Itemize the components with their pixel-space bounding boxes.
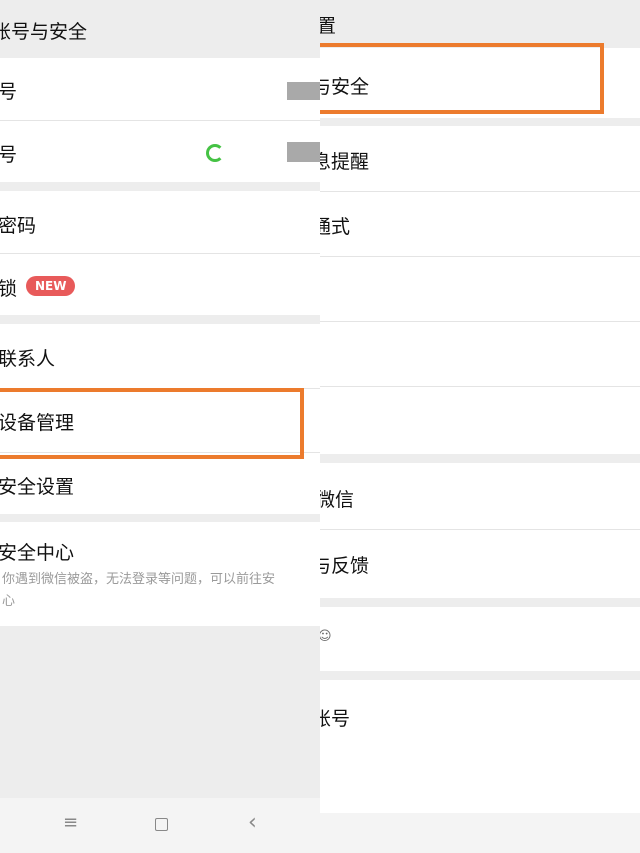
- settings-group-5: 账号: [320, 680, 640, 813]
- security-center-desc: 你遇到微信被盗，无法登录等问题，可以前往安: [2, 572, 276, 587]
- screen-header: 置: [320, 0, 640, 48]
- lock-row[interactable]: 锁 NEW: [0, 253, 320, 315]
- back-icon[interactable]: ‹: [248, 810, 257, 835]
- screen-header: 账号与安全: [0, 0, 320, 58]
- new-badge: NEW: [26, 276, 76, 296]
- device-management-highlight: [0, 388, 304, 459]
- emergency-contact-row[interactable]: 联系人: [0, 324, 320, 389]
- security-center-desc-cont: 心: [2, 594, 16, 609]
- about-wechat-row[interactable]: 微信: [320, 463, 640, 530]
- row-label: 息提醒: [320, 151, 370, 173]
- security-settings-row[interactable]: 安全设置: [0, 452, 320, 514]
- row-label: 账号: [320, 708, 351, 730]
- row-label: 密码: [0, 215, 37, 237]
- row-label: 锁: [0, 278, 18, 300]
- account-security-highlight: [320, 43, 604, 114]
- password-section: 密码 锁 NEW: [0, 191, 320, 315]
- notifications-row[interactable]: 息提醒: [320, 126, 640, 192]
- system-nav-bar: ≡ ‹: [0, 798, 320, 853]
- menu-icon[interactable]: ≡: [63, 812, 78, 833]
- row-label: 与反馈: [320, 555, 370, 577]
- security-center-section[interactable]: 安全中心 你遇到微信被盗，无法登录等问题，可以前往安 心: [0, 522, 320, 626]
- phone-row[interactable]: 号: [0, 120, 320, 182]
- help-feedback-row[interactable]: 与反馈: [320, 529, 640, 598]
- settings-row-6[interactable]: [320, 386, 640, 454]
- row-label: 号: [0, 81, 18, 103]
- smile-icon: ☺: [320, 629, 332, 644]
- security-center-title: 安全中心: [0, 542, 75, 564]
- switch-account-row[interactable]: 账号: [320, 680, 640, 813]
- page-title: 置: [320, 15, 337, 37]
- status-icon: [206, 144, 224, 162]
- settings-screen: 置 与安全 息提醒 通式 微信 与反馈 ☺ 账号: [320, 0, 640, 853]
- account-value-redacted: [287, 82, 320, 100]
- settings-row-4[interactable]: [320, 256, 640, 322]
- row-label: 安全设置: [0, 476, 75, 498]
- account-section: 号 号: [0, 58, 320, 182]
- plugin-row[interactable]: ☺: [320, 607, 640, 671]
- row-label: 通式: [320, 216, 351, 238]
- settings-group-3: 微信 与反馈: [320, 463, 640, 598]
- page-title: 账号与安全: [0, 21, 88, 43]
- row-label: 微信: [320, 489, 355, 511]
- row-label: 联系人: [0, 348, 56, 370]
- phone-value-redacted: [287, 142, 320, 162]
- account-id-row[interactable]: 号: [0, 58, 320, 121]
- account-security-screen: 账号与安全 号 号 密码 锁 NEW 联系人 设备管理 安全设置 安全中心 你遇…: [0, 0, 320, 853]
- general-row[interactable]: 通式: [320, 191, 640, 257]
- settings-group-2: 息提醒 通式: [320, 126, 640, 454]
- row-label: 号: [0, 144, 18, 166]
- system-nav-bar: [320, 813, 640, 853]
- password-row[interactable]: 密码: [0, 191, 320, 254]
- settings-row-5[interactable]: [320, 321, 640, 387]
- settings-group-4: ☺: [320, 607, 640, 671]
- home-icon[interactable]: [155, 818, 168, 831]
